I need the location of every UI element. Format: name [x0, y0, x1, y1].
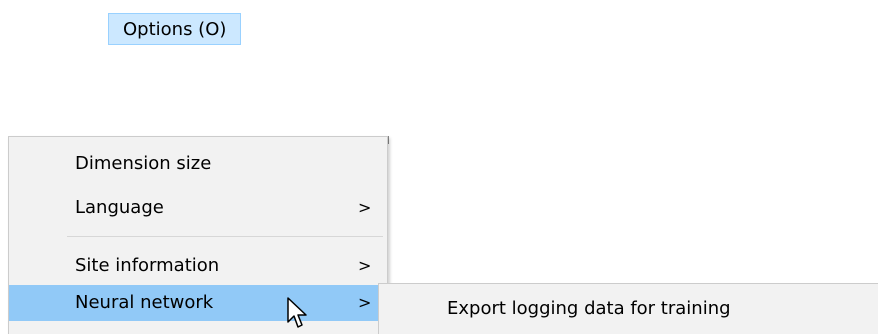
menu-item-language[interactable]: Language >: [9, 190, 388, 226]
submenu-arrow-icon: >: [358, 293, 372, 312]
arrow-pointer-icon: [287, 297, 307, 328]
menu-item-label: Language: [75, 197, 164, 218]
menu-item-label: Site information: [75, 255, 220, 276]
menu-item-dimension-size[interactable]: Dimension size: [9, 146, 388, 182]
options-menu-label: Options (O): [123, 19, 227, 40]
menu-item-site-information[interactable]: Site information >: [9, 248, 388, 284]
menu-item-label: Neural network: [75, 292, 214, 313]
neural-network-submenu: Export logging data for training: [378, 283, 878, 334]
options-menu-button[interactable]: Options (O): [108, 13, 242, 45]
menu-item-export-logging-data[interactable]: Export logging data for training: [379, 284, 878, 334]
submenu-arrow-icon: >: [358, 198, 372, 217]
menu-item-label: Export logging data for training: [447, 298, 731, 319]
window-edge-fragment: [388, 136, 389, 144]
menu-separator: [67, 236, 383, 237]
submenu-arrow-icon: >: [358, 256, 372, 275]
menu-item-neural-network[interactable]: Neural network >: [9, 285, 388, 321]
menu-item-label: Dimension size: [75, 153, 212, 174]
options-dropdown-menu: Dimension size Language > Site informati…: [8, 136, 388, 334]
